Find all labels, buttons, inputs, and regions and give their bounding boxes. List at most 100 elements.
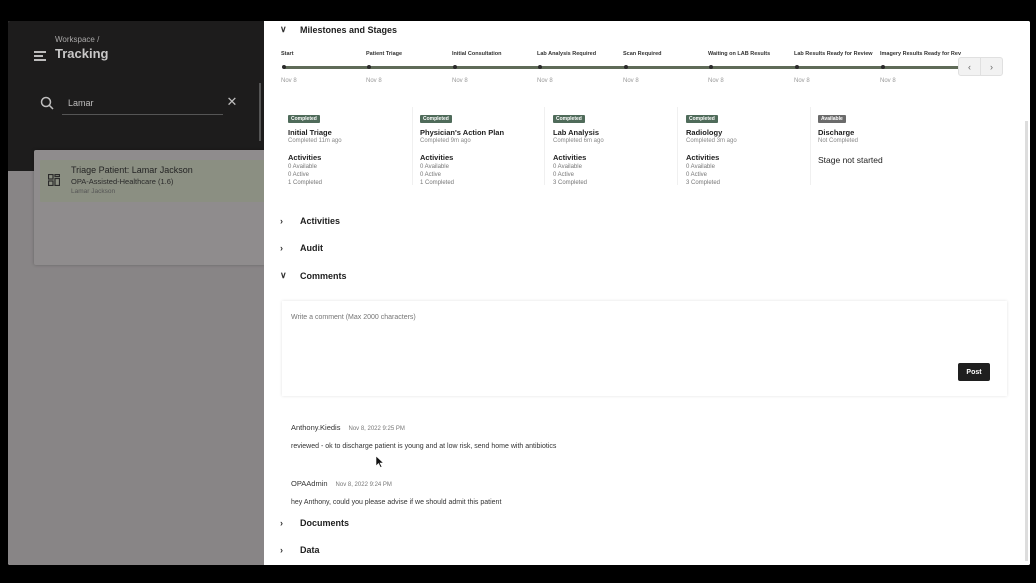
activities-available: 0 Available: [288, 164, 317, 170]
milestone-date: Nov 8: [794, 78, 810, 84]
stage-name: Radiology: [686, 128, 723, 137]
hamburger-menu-icon[interactable]: [34, 51, 46, 61]
chevron-right-icon: ›: [280, 518, 283, 528]
activities-active: 0 Active: [553, 172, 575, 178]
activities-completed: 3 Completed: [686, 180, 721, 186]
milestone-nav: ‹ ›: [958, 57, 1003, 76]
stage-card: Available Discharge Not Completed Stage …: [818, 107, 943, 185]
app-window: Workspace / Tracking Lamar ✕ Triage Pati…: [8, 21, 1030, 565]
milestone-dot: [282, 65, 286, 69]
activities-active: 0 Active: [686, 172, 708, 178]
milestone-date: Nov 8: [452, 78, 468, 84]
detail-scrollbar[interactable]: [1025, 121, 1028, 561]
milestone-label: Imagery Results Ready for Rev: [880, 51, 961, 57]
section-label: Data: [300, 545, 320, 555]
activities-active: 0 Active: [288, 172, 310, 178]
detail-panel: ∨ Milestones and Stages Start Nov 8 Pati…: [264, 21, 1030, 565]
status-badge: Completed: [553, 115, 585, 123]
comment-editor: Post: [282, 301, 1007, 396]
milestone: Waiting on LAB Results Nov 8: [708, 51, 794, 84]
search-input[interactable]: Lamar: [62, 93, 223, 115]
activities-completed: 3 Completed: [553, 180, 588, 186]
search-results-card: Triage Patient: Lamar Jackson OPA-Assist…: [34, 150, 266, 265]
post-button[interactable]: Post: [958, 363, 990, 381]
activities-label: Activities: [420, 153, 454, 162]
milestone-dot: [538, 65, 542, 69]
activities-label: Activities: [686, 153, 720, 162]
result-user: Lamar Jackson: [71, 188, 116, 195]
section-activities[interactable]: › Activities: [280, 216, 340, 226]
milestone-dot: [881, 65, 885, 69]
milestone: Imagery Results Ready for Rev Nov 8: [880, 51, 961, 84]
section-documents[interactable]: › Documents: [280, 518, 349, 528]
chevron-down-icon: ∨: [280, 24, 287, 34]
activities-available: 0 Available: [553, 164, 582, 170]
milestone-label: Start: [281, 51, 294, 57]
left-panel: Workspace / Tracking Lamar ✕ Triage Pati…: [8, 21, 266, 565]
milestone-dot: [795, 65, 799, 69]
stage-name: Initial Triage: [288, 128, 332, 137]
status-badge: Completed: [288, 115, 320, 123]
search-result-item[interactable]: Triage Patient: Lamar Jackson OPA-Assist…: [40, 160, 266, 202]
stage-not-started: Stage not started: [818, 155, 883, 165]
stage-name: Discharge: [818, 128, 855, 137]
activities-label: Activities: [553, 153, 587, 162]
status-badge: Available: [818, 115, 846, 123]
milestone-dot: [624, 65, 628, 69]
comment-input[interactable]: [282, 301, 1007, 396]
section-comments[interactable]: ∨ Comments: [280, 270, 347, 281]
section-label: Activities: [300, 216, 341, 226]
stage-status: Completed 3m ago: [686, 138, 737, 144]
chevron-right-icon: ›: [280, 216, 283, 226]
timeline-line: [284, 66, 961, 69]
milestone-label: Lab Analysis Required: [537, 51, 597, 57]
status-badge: Completed: [420, 115, 452, 123]
close-icon[interactable]: ✕: [226, 95, 238, 108]
milestone: Lab Results Ready for Review Nov 8: [794, 51, 880, 84]
milestone-label: Lab Results Ready for Review: [794, 51, 873, 57]
breadcrumb[interactable]: Workspace /: [55, 35, 99, 44]
section-milestones[interactable]: ∨ Milestones and Stages: [280, 24, 397, 35]
comment-item: Anthony.Kiedis Nov 8, 2022 9:25 PM review…: [291, 417, 556, 450]
milestone: Initial Consultation Nov 8: [452, 51, 538, 84]
milestone: Lab Analysis Required Nov 8: [537, 51, 623, 84]
activities-available: 0 Available: [420, 164, 449, 170]
stage-cards: Completed Initial Triage Completed 11m a…: [288, 107, 968, 187]
result-title: Triage Patient: Lamar Jackson: [71, 165, 193, 175]
stage-name: Lab Analysis: [553, 128, 599, 137]
left-scrollbar[interactable]: [259, 83, 261, 141]
section-audit[interactable]: › Audit: [280, 243, 323, 253]
milestone: Start Nov 8: [281, 51, 367, 84]
milestone-label: Initial Consultation: [452, 51, 502, 57]
stage-status: Not Completed: [818, 138, 859, 144]
milestone-label: Patient Triage: [366, 51, 403, 57]
stage-card: Completed Initial Triage Completed 11m a…: [288, 107, 413, 186]
stage-card: Completed Physician's Action Plan Comple…: [420, 107, 545, 186]
milestone-date: Nov 8: [708, 78, 724, 84]
activities-available: 0 Available: [686, 164, 715, 170]
milestone-date: Nov 8: [623, 78, 639, 84]
chevron-right-icon: ›: [280, 243, 283, 253]
section-data[interactable]: › Data: [280, 545, 320, 555]
section-label: Audit: [300, 243, 323, 253]
milestone-dot: [709, 65, 713, 69]
milestone-date: Nov 8: [537, 78, 553, 84]
result-process: OPA-Assisted-Healthcare (1.6): [71, 177, 174, 186]
activities-label: Activities: [288, 153, 322, 162]
chevron-right-icon[interactable]: ›: [981, 58, 1002, 75]
comment-time: Nov 8, 2022 9:25 PM: [348, 426, 405, 432]
chevron-left-icon[interactable]: ‹: [959, 58, 981, 75]
comment-text: reviewed - ok to discharge patient is yo…: [291, 443, 557, 450]
milestone-dot: [367, 65, 371, 69]
section-label: Comments: [300, 270, 347, 281]
left-header: Workspace / Tracking Lamar ✕: [8, 21, 264, 171]
milestone: Scan Required Nov 8: [623, 51, 709, 84]
comment-author: OPAAdmin: [291, 479, 328, 488]
milestone-label: Scan Required: [623, 51, 662, 57]
mouse-cursor-icon: [376, 456, 384, 468]
search-icon: [40, 96, 54, 110]
stage-status: Completed 11m ago: [288, 138, 342, 144]
comment-author: Anthony.Kiedis: [291, 423, 341, 432]
comment-item: OPAAdmin Nov 8, 2022 9:24 PM hey Anthony,…: [291, 473, 501, 506]
milestone-date: Nov 8: [366, 78, 382, 84]
